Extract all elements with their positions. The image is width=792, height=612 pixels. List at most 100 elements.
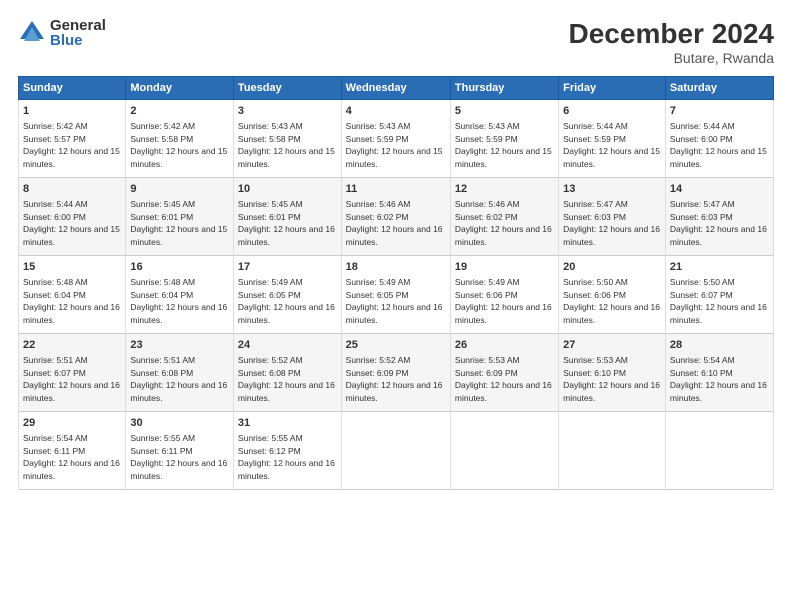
col-thursday: Thursday [450,77,558,100]
day-number: 2 [130,104,229,119]
week-row-3: 15 Sunrise: 5:48 AMSunset: 6:04 PMDayligh… [19,256,774,334]
cell-week4-day2: 24 Sunrise: 5:52 AMSunset: 6:08 PMDayligh… [233,334,341,412]
title-block: December 2024 Butare, Rwanda [569,18,774,66]
calendar-body: 1Sunrise: 5:42 AMSunset: 5:57 PMDaylight… [19,100,774,490]
day-info: Sunrise: 5:51 AMSunset: 6:08 PMDaylight:… [130,355,227,403]
calendar-header: Sunday Monday Tuesday Wednesday Thursday… [19,77,774,100]
day-info: Sunrise: 5:49 AMSunset: 6:06 PMDaylight:… [455,277,552,325]
day-number: 4 [346,104,446,119]
cell-week4-day0: 22 Sunrise: 5:51 AMSunset: 6:07 PMDayligh… [19,334,126,412]
day-info: Sunrise: 5:44 AMSunset: 5:59 PMDaylight:… [563,121,660,169]
logo-text: General Blue [50,18,106,48]
cell-week1-day5: 6 Sunrise: 5:44 AMSunset: 5:59 PMDaylight… [559,100,666,178]
cell-week5-day3 [341,412,450,490]
day-number: 19 [455,260,554,275]
day-number: 10 [238,182,337,197]
day-number: 1 [23,104,121,119]
day-info: Sunrise: 5:54 AMSunset: 6:10 PMDaylight:… [670,355,767,403]
day-info: Sunrise: 5:54 AMSunset: 6:11 PMDaylight:… [23,433,120,481]
day-info: Sunrise: 5:43 AMSunset: 5:59 PMDaylight:… [346,121,443,169]
cell-week3-day4: 19 Sunrise: 5:49 AMSunset: 6:06 PMDayligh… [450,256,558,334]
cell-week3-day5: 20 Sunrise: 5:50 AMSunset: 6:06 PMDayligh… [559,256,666,334]
cell-week3-day3: 18Sunrise: 5:49 AMSunset: 6:05 PMDayligh… [341,256,450,334]
cell-week2-day2: 10 Sunrise: 5:45 AMSunset: 6:01 PMDayligh… [233,178,341,256]
location: Butare, Rwanda [569,50,774,66]
day-number: 27 [563,338,661,353]
day-info: Sunrise: 5:45 AMSunset: 6:01 PMDaylight:… [238,199,335,247]
cell-week5-day2: 31 Sunrise: 5:55 AMSunset: 6:12 PMDayligh… [233,412,341,490]
cell-week1-day6: 7 Sunrise: 5:44 AMSunset: 6:00 PMDaylight… [665,100,773,178]
day-info: Sunrise: 5:49 AMSunset: 6:05 PMDaylight:… [238,277,335,325]
day-info: Sunrise: 5:44 AMSunset: 6:00 PMDaylight:… [23,199,120,247]
cell-week5-day4 [450,412,558,490]
day-number: 8 [23,182,121,197]
logo-icon [18,19,46,47]
day-info: Sunrise: 5:46 AMSunset: 6:02 PMDaylight:… [346,199,443,247]
day-info: Sunrise: 5:55 AMSunset: 6:12 PMDaylight:… [238,433,335,481]
day-number: 21 [670,260,769,275]
calendar-table: Sunday Monday Tuesday Wednesday Thursday… [18,76,774,490]
day-number: 25 [346,338,446,353]
cell-week1-day1: 2 Sunrise: 5:42 AMSunset: 5:58 PMDaylight… [126,100,234,178]
cell-week1-day4: 5Sunrise: 5:43 AMSunset: 5:59 PMDaylight… [450,100,558,178]
day-number: 7 [670,104,769,119]
col-monday: Monday [126,77,234,100]
header-row: Sunday Monday Tuesday Wednesday Thursday… [19,77,774,100]
cell-week2-day1: 9 Sunrise: 5:45 AMSunset: 6:01 PMDaylight… [126,178,234,256]
logo: General Blue [18,18,106,48]
cell-week4-day1: 23Sunrise: 5:51 AMSunset: 6:08 PMDayligh… [126,334,234,412]
header: General Blue December 2024 Butare, Rwand… [18,18,774,66]
day-info: Sunrise: 5:43 AMSunset: 5:58 PMDaylight:… [238,121,335,169]
day-number: 11 [346,182,446,197]
cell-week3-day2: 17Sunrise: 5:49 AMSunset: 6:05 PMDayligh… [233,256,341,334]
cell-week2-day0: 8 Sunrise: 5:44 AMSunset: 6:00 PMDaylight… [19,178,126,256]
cell-week2-day4: 12 Sunrise: 5:46 AMSunset: 6:02 PMDayligh… [450,178,558,256]
day-info: Sunrise: 5:45 AMSunset: 6:01 PMDaylight:… [130,199,227,247]
col-sunday: Sunday [19,77,126,100]
day-number: 5 [455,104,554,119]
cell-week1-day2: 3Sunrise: 5:43 AMSunset: 5:58 PMDaylight… [233,100,341,178]
day-info: Sunrise: 5:53 AMSunset: 6:09 PMDaylight:… [455,355,552,403]
cell-week3-day0: 15Sunrise: 5:48 AMSunset: 6:04 PMDayligh… [19,256,126,334]
cell-week5-day6 [665,412,773,490]
cell-week3-day6: 21 Sunrise: 5:50 AMSunset: 6:07 PMDayligh… [665,256,773,334]
day-number: 31 [238,416,337,431]
cell-week4-day4: 26 Sunrise: 5:53 AMSunset: 6:09 PMDayligh… [450,334,558,412]
cell-week2-day5: 13 Sunrise: 5:47 AMSunset: 6:03 PMDayligh… [559,178,666,256]
day-number: 14 [670,182,769,197]
day-number: 26 [455,338,554,353]
day-number: 20 [563,260,661,275]
day-number: 22 [23,338,121,353]
day-info: Sunrise: 5:50 AMSunset: 6:07 PMDaylight:… [670,277,767,325]
day-number: 13 [563,182,661,197]
day-info: Sunrise: 5:46 AMSunset: 6:02 PMDaylight:… [455,199,552,247]
day-number: 15 [23,260,121,275]
day-info: Sunrise: 5:53 AMSunset: 6:10 PMDaylight:… [563,355,660,403]
week-row-4: 22 Sunrise: 5:51 AMSunset: 6:07 PMDayligh… [19,334,774,412]
day-number: 24 [238,338,337,353]
day-number: 12 [455,182,554,197]
cell-week4-day3: 25Sunrise: 5:52 AMSunset: 6:09 PMDayligh… [341,334,450,412]
cell-week1-day0: 1Sunrise: 5:42 AMSunset: 5:57 PMDaylight… [19,100,126,178]
cell-week2-day3: 11 Sunrise: 5:46 AMSunset: 6:02 PMDayligh… [341,178,450,256]
day-number: 30 [130,416,229,431]
day-number: 9 [130,182,229,197]
day-number: 28 [670,338,769,353]
month-title: December 2024 [569,18,774,50]
cell-week4-day5: 27 Sunrise: 5:53 AMSunset: 6:10 PMDayligh… [559,334,666,412]
day-info: Sunrise: 5:47 AMSunset: 6:03 PMDaylight:… [563,199,660,247]
cell-week2-day6: 14 Sunrise: 5:47 AMSunset: 6:03 PMDayligh… [665,178,773,256]
day-info: Sunrise: 5:50 AMSunset: 6:06 PMDaylight:… [563,277,660,325]
page: General Blue December 2024 Butare, Rwand… [0,0,792,612]
day-info: Sunrise: 5:44 AMSunset: 6:00 PMDaylight:… [670,121,767,169]
day-info: Sunrise: 5:47 AMSunset: 6:03 PMDaylight:… [670,199,767,247]
col-tuesday: Tuesday [233,77,341,100]
day-info: Sunrise: 5:51 AMSunset: 6:07 PMDaylight:… [23,355,120,403]
week-row-1: 1Sunrise: 5:42 AMSunset: 5:57 PMDaylight… [19,100,774,178]
day-info: Sunrise: 5:42 AMSunset: 5:58 PMDaylight:… [130,121,227,169]
day-info: Sunrise: 5:52 AMSunset: 6:08 PMDaylight:… [238,355,335,403]
day-number: 6 [563,104,661,119]
cell-week1-day3: 4 Sunrise: 5:43 AMSunset: 5:59 PMDaylight… [341,100,450,178]
day-info: Sunrise: 5:48 AMSunset: 6:04 PMDaylight:… [130,277,227,325]
cell-week3-day1: 16Sunrise: 5:48 AMSunset: 6:04 PMDayligh… [126,256,234,334]
